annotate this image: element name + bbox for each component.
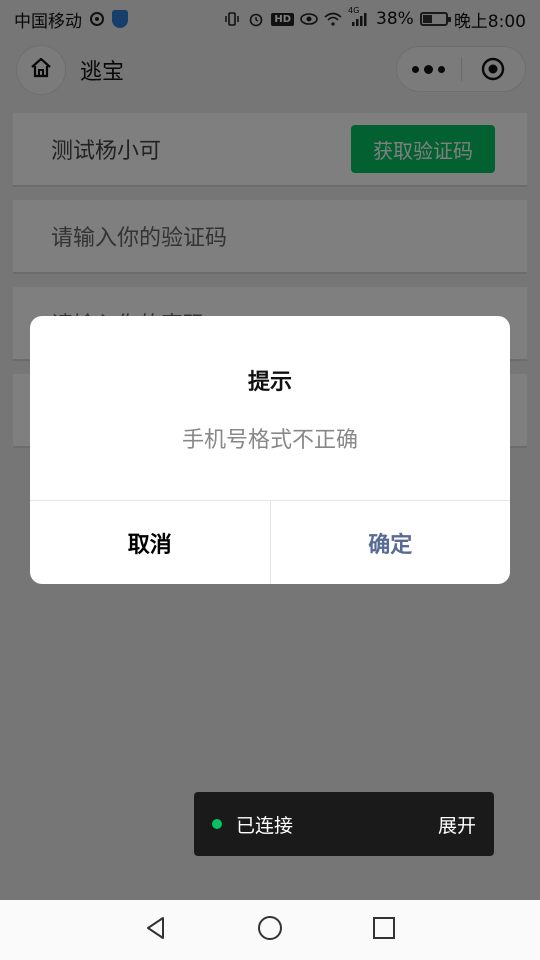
home-circle-icon[interactable] — [256, 914, 284, 946]
dialog-actions: 取消 确定 — [30, 500, 510, 584]
expand-button[interactable]: 展开 — [438, 811, 476, 838]
connection-status: 已连接 — [236, 814, 294, 837]
dialog-title: 提示 — [247, 370, 292, 395]
recents-icon[interactable] — [371, 915, 397, 945]
back-icon[interactable] — [143, 915, 169, 945]
dialog-message: 手机号格式不正确 — [181, 428, 358, 453]
alert-dialog: 提示 手机号格式不正确 取消 确定 — [30, 316, 510, 584]
cancel-button[interactable]: 取消 — [30, 501, 271, 584]
connection-toast: 已连接 展开 — [194, 792, 494, 856]
confirm-button[interactable]: 确定 — [271, 501, 511, 584]
connected-dot-icon — [212, 819, 222, 829]
system-nav-bar — [0, 900, 540, 960]
